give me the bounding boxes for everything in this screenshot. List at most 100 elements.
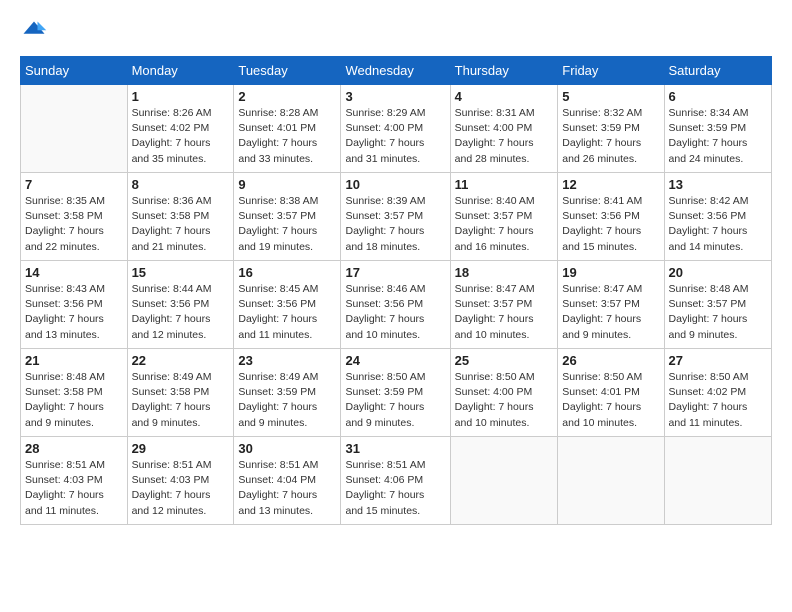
day-info: Sunrise: 8:42 AMSunset: 3:56 PMDaylight:… — [669, 194, 767, 255]
calendar-cell: 15 Sunrise: 8:44 AMSunset: 3:56 PMDayligh… — [127, 261, 234, 349]
day-info: Sunrise: 8:50 AMSunset: 4:00 PMDaylight:… — [455, 370, 554, 431]
day-number: 3 — [345, 89, 445, 104]
day-info: Sunrise: 8:50 AMSunset: 3:59 PMDaylight:… — [345, 370, 445, 431]
day-number: 2 — [238, 89, 336, 104]
calendar-cell: 11 Sunrise: 8:40 AMSunset: 3:57 PMDayligh… — [450, 173, 558, 261]
calendar-cell: 14 Sunrise: 8:43 AMSunset: 3:56 PMDayligh… — [21, 261, 128, 349]
calendar-cell: 7 Sunrise: 8:35 AMSunset: 3:58 PMDaylight… — [21, 173, 128, 261]
calendar-cell: 13 Sunrise: 8:42 AMSunset: 3:56 PMDayligh… — [664, 173, 771, 261]
calendar-header: SundayMondayTuesdayWednesdayThursdayFrid… — [21, 57, 772, 85]
calendar-cell: 27Sunrise: 8:50 AMSunset: 4:02 PMDayligh… — [664, 349, 771, 437]
day-info: Sunrise: 8:49 AMSunset: 3:59 PMDaylight:… — [238, 370, 336, 431]
day-number: 8 — [132, 177, 230, 192]
calendar-table: SundayMondayTuesdayWednesdayThursdayFrid… — [20, 56, 772, 525]
day-info: Sunrise: 8:26 AMSunset: 4:02 PMDaylight:… — [132, 106, 230, 167]
calendar-cell: 21Sunrise: 8:48 AMSunset: 3:58 PMDayligh… — [21, 349, 128, 437]
week-row-5: 28Sunrise: 8:51 AMSunset: 4:03 PMDayligh… — [21, 437, 772, 525]
calendar-cell: 6 Sunrise: 8:34 AMSunset: 3:59 PMDaylight… — [664, 85, 771, 173]
calendar-cell: 18 Sunrise: 8:47 AMSunset: 3:57 PMDayligh… — [450, 261, 558, 349]
calendar-cell: 20 Sunrise: 8:48 AMSunset: 3:57 PMDayligh… — [664, 261, 771, 349]
calendar-cell: 24 Sunrise: 8:50 AMSunset: 3:59 PMDayligh… — [341, 349, 450, 437]
day-info: Sunrise: 8:47 AMSunset: 3:57 PMDaylight:… — [455, 282, 554, 343]
day-number: 1 — [132, 89, 230, 104]
calendar-cell — [664, 437, 771, 525]
day-number: 20 — [669, 265, 767, 280]
day-info: Sunrise: 8:39 AMSunset: 3:57 PMDaylight:… — [345, 194, 445, 255]
header — [20, 18, 772, 46]
day-info: Sunrise: 8:50 AMSunset: 4:01 PMDaylight:… — [562, 370, 659, 431]
calendar-cell: 8 Sunrise: 8:36 AMSunset: 3:58 PMDaylight… — [127, 173, 234, 261]
day-header-tuesday: Tuesday — [234, 57, 341, 85]
day-info: Sunrise: 8:45 AMSunset: 3:56 PMDaylight:… — [238, 282, 336, 343]
calendar-cell: 25Sunrise: 8:50 AMSunset: 4:00 PMDayligh… — [450, 349, 558, 437]
day-number: 17 — [345, 265, 445, 280]
page: SundayMondayTuesdayWednesdayThursdayFrid… — [0, 0, 792, 612]
day-info: Sunrise: 8:50 AMSunset: 4:02 PMDaylight:… — [669, 370, 767, 431]
calendar-cell — [21, 85, 128, 173]
day-info: Sunrise: 8:43 AMSunset: 3:56 PMDaylight:… — [25, 282, 123, 343]
day-number: 12 — [562, 177, 659, 192]
day-number: 6 — [669, 89, 767, 104]
day-number: 30 — [238, 441, 336, 456]
week-row-2: 7 Sunrise: 8:35 AMSunset: 3:58 PMDaylight… — [21, 173, 772, 261]
day-info: Sunrise: 8:34 AMSunset: 3:59 PMDaylight:… — [669, 106, 767, 167]
week-row-3: 14 Sunrise: 8:43 AMSunset: 3:56 PMDayligh… — [21, 261, 772, 349]
day-info: Sunrise: 8:36 AMSunset: 3:58 PMDaylight:… — [132, 194, 230, 255]
calendar-cell: 10 Sunrise: 8:39 AMSunset: 3:57 PMDayligh… — [341, 173, 450, 261]
calendar-cell: 28Sunrise: 8:51 AMSunset: 4:03 PMDayligh… — [21, 437, 128, 525]
week-row-4: 21Sunrise: 8:48 AMSunset: 3:58 PMDayligh… — [21, 349, 772, 437]
day-header-monday: Monday — [127, 57, 234, 85]
logo-icon — [20, 18, 48, 46]
day-number: 14 — [25, 265, 123, 280]
calendar-cell: 26Sunrise: 8:50 AMSunset: 4:01 PMDayligh… — [558, 349, 664, 437]
day-info: Sunrise: 8:40 AMSunset: 3:57 PMDaylight:… — [455, 194, 554, 255]
calendar-cell: 23 Sunrise: 8:49 AMSunset: 3:59 PMDayligh… — [234, 349, 341, 437]
calendar-cell: 17 Sunrise: 8:46 AMSunset: 3:56 PMDayligh… — [341, 261, 450, 349]
day-number: 15 — [132, 265, 230, 280]
calendar-cell — [450, 437, 558, 525]
calendar-cell: 2 Sunrise: 8:28 AMSunset: 4:01 PMDaylight… — [234, 85, 341, 173]
day-header-saturday: Saturday — [664, 57, 771, 85]
calendar-body: 1 Sunrise: 8:26 AMSunset: 4:02 PMDaylight… — [21, 85, 772, 525]
calendar-cell: 16Sunrise: 8:45 AMSunset: 3:56 PMDayligh… — [234, 261, 341, 349]
day-header-wednesday: Wednesday — [341, 57, 450, 85]
day-number: 22 — [132, 353, 230, 368]
day-info: Sunrise: 8:49 AMSunset: 3:58 PMDaylight:… — [132, 370, 230, 431]
day-info: Sunrise: 8:44 AMSunset: 3:56 PMDaylight:… — [132, 282, 230, 343]
day-header-friday: Friday — [558, 57, 664, 85]
calendar-cell: 9Sunrise: 8:38 AMSunset: 3:57 PMDaylight… — [234, 173, 341, 261]
day-info: Sunrise: 8:35 AMSunset: 3:58 PMDaylight:… — [25, 194, 123, 255]
day-number: 7 — [25, 177, 123, 192]
header-row: SundayMondayTuesdayWednesdayThursdayFrid… — [21, 57, 772, 85]
day-number: 11 — [455, 177, 554, 192]
day-number: 5 — [562, 89, 659, 104]
week-row-1: 1 Sunrise: 8:26 AMSunset: 4:02 PMDaylight… — [21, 85, 772, 173]
day-number: 10 — [345, 177, 445, 192]
day-info: Sunrise: 8:51 AMSunset: 4:04 PMDaylight:… — [238, 458, 336, 519]
day-info: Sunrise: 8:29 AMSunset: 4:00 PMDaylight:… — [345, 106, 445, 167]
calendar-cell — [558, 437, 664, 525]
day-info: Sunrise: 8:46 AMSunset: 3:56 PMDaylight:… — [345, 282, 445, 343]
day-number: 18 — [455, 265, 554, 280]
calendar-cell: 22 Sunrise: 8:49 AMSunset: 3:58 PMDayligh… — [127, 349, 234, 437]
day-info: Sunrise: 8:51 AMSunset: 4:03 PMDaylight:… — [132, 458, 230, 519]
day-info: Sunrise: 8:41 AMSunset: 3:56 PMDaylight:… — [562, 194, 659, 255]
calendar-cell: 4Sunrise: 8:31 AMSunset: 4:00 PMDaylight… — [450, 85, 558, 173]
calendar-cell: 3 Sunrise: 8:29 AMSunset: 4:00 PMDaylight… — [341, 85, 450, 173]
day-info: Sunrise: 8:47 AMSunset: 3:57 PMDaylight:… — [562, 282, 659, 343]
calendar-cell: 19 Sunrise: 8:47 AMSunset: 3:57 PMDayligh… — [558, 261, 664, 349]
day-number: 19 — [562, 265, 659, 280]
day-number: 23 — [238, 353, 336, 368]
day-number: 4 — [455, 89, 554, 104]
day-number: 29 — [132, 441, 230, 456]
day-info: Sunrise: 8:28 AMSunset: 4:01 PMDaylight:… — [238, 106, 336, 167]
day-header-thursday: Thursday — [450, 57, 558, 85]
calendar-cell: 12 Sunrise: 8:41 AMSunset: 3:56 PMDayligh… — [558, 173, 664, 261]
day-number: 13 — [669, 177, 767, 192]
day-number: 31 — [345, 441, 445, 456]
day-header-sunday: Sunday — [21, 57, 128, 85]
day-number: 24 — [345, 353, 445, 368]
day-info: Sunrise: 8:48 AMSunset: 3:57 PMDaylight:… — [669, 282, 767, 343]
day-number: 9 — [238, 177, 336, 192]
day-number: 21 — [25, 353, 123, 368]
